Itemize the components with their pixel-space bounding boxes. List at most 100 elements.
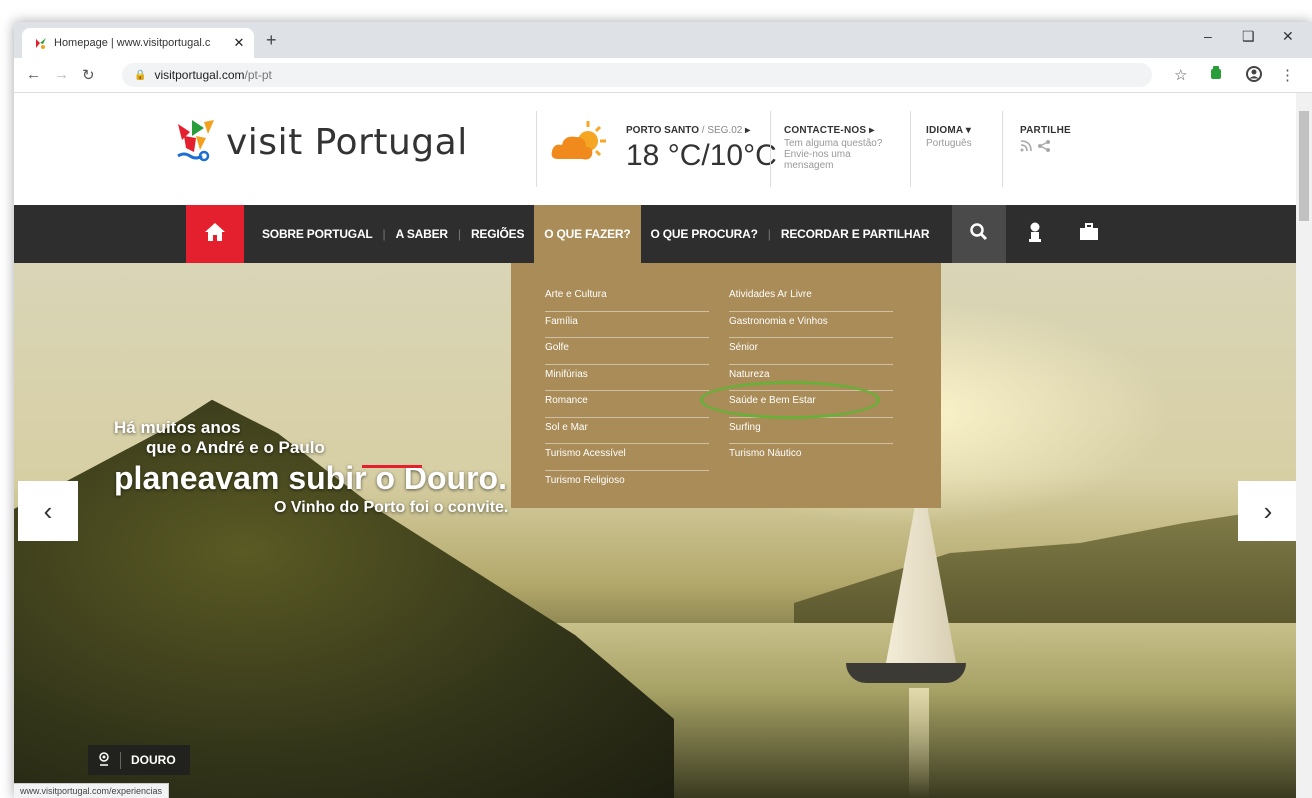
search-button[interactable] bbox=[952, 205, 1006, 263]
contact-block[interactable]: CONTACTE-NOS ▸ Tem alguma questão? Envie… bbox=[784, 125, 904, 171]
highlight-circle bbox=[700, 381, 880, 419]
browser-tab[interactable]: Homepage | www.visitportugal.c ✕ bbox=[22, 28, 254, 58]
caret-right-icon: ▸ bbox=[745, 125, 751, 136]
account-button[interactable] bbox=[1008, 205, 1062, 263]
contact-line: Tem alguma questão? bbox=[784, 138, 883, 149]
dropdown-item[interactable]: Surfing bbox=[729, 418, 893, 444]
user-icon bbox=[1027, 222, 1043, 247]
status-bar-url: www.visitportugal.com/experiencias bbox=[14, 783, 170, 798]
dropdown-item[interactable]: Turismo Religioso bbox=[545, 471, 709, 497]
url-host: visitportugal.com bbox=[154, 68, 245, 82]
weather-location[interactable]: PORTO SANTO / SEG.02 ▸ bbox=[626, 125, 750, 136]
extension-icon[interactable] bbox=[1210, 66, 1222, 84]
menu-item-o-que-procura[interactable]: O QUE PROCURA? bbox=[641, 205, 768, 263]
dropdown-item[interactable]: Arte e Cultura bbox=[545, 285, 709, 312]
header-divider bbox=[1002, 111, 1003, 187]
slogan-headline: planeavam subir o Douro. bbox=[114, 460, 507, 496]
header-divider bbox=[910, 111, 911, 187]
briefcase-icon bbox=[1079, 222, 1099, 246]
menu-item-a-saber[interactable]: A SABER bbox=[386, 205, 458, 263]
bag-button[interactable] bbox=[1062, 205, 1116, 263]
new-tab-button[interactable]: + bbox=[266, 30, 277, 51]
cloud-sun-icon bbox=[548, 117, 612, 174]
address-bar[interactable]: 🔒 visitportugal.com/pt-pt bbox=[122, 63, 1152, 87]
weather-widget[interactable] bbox=[548, 117, 612, 174]
profile-icon[interactable] bbox=[1246, 66, 1262, 86]
header-divider bbox=[536, 111, 537, 187]
site-header: visit Portugal PORTO SANTO / SEG.02 ▸ 18… bbox=[14, 93, 1296, 205]
forward-icon[interactable]: → bbox=[54, 66, 69, 83]
tab-bar: Homepage | www.visitportugal.c ✕ + – ❑ ✕ bbox=[14, 22, 1312, 58]
dropdown-item[interactable]: Golfe bbox=[545, 338, 709, 365]
rss-icon[interactable] bbox=[1020, 140, 1032, 155]
slogan-line: que o André e o Paulo bbox=[146, 438, 325, 457]
minimize-icon[interactable]: – bbox=[1204, 28, 1212, 44]
search-icon bbox=[970, 222, 988, 246]
website: visit Portugal PORTO SANTO / SEG.02 ▸ 18… bbox=[14, 93, 1296, 798]
location-badge[interactable]: DOURO bbox=[88, 745, 190, 775]
slogan-accent-line bbox=[362, 465, 422, 468]
dropdown-item[interactable]: Turismo Acessível bbox=[545, 444, 709, 471]
scrollbar-thumb[interactable] bbox=[1299, 111, 1309, 221]
main-menu: SOBRE PORTUGAL | A SABER | REGIÕES O QUE… bbox=[14, 205, 1296, 263]
share-title: PARTILHE bbox=[1020, 125, 1071, 136]
lock-icon: 🔒 bbox=[134, 69, 147, 81]
language-selector[interactable]: IDIOMA ▾ Português bbox=[926, 125, 972, 149]
address-toolbar: ← → ↻ 🔒 visitportugal.com/pt-pt ☆ ⋮ bbox=[14, 58, 1312, 93]
dropdown-item[interactable]: Família bbox=[545, 312, 709, 338]
slider-prev-button[interactable]: ‹ bbox=[18, 481, 78, 541]
visitportugal-logo-icon bbox=[174, 118, 218, 166]
slider-next-button[interactable]: › bbox=[1238, 481, 1296, 541]
dropdown-item[interactable]: Sénior bbox=[729, 338, 893, 365]
reload-icon[interactable]: ↻ bbox=[82, 66, 95, 84]
header-divider bbox=[770, 111, 771, 187]
hero-background bbox=[909, 688, 929, 798]
contact-title: CONTACTE-NOS bbox=[784, 125, 867, 136]
browser-menu-icon[interactable]: ⋮ bbox=[1280, 66, 1295, 84]
page-scrollbar[interactable] bbox=[1296, 93, 1312, 798]
contact-line: Envie-nos uma bbox=[784, 149, 851, 160]
contact-line: mensagem bbox=[784, 160, 834, 171]
location-label: DOURO bbox=[131, 753, 176, 767]
maximize-icon[interactable]: ❑ bbox=[1242, 28, 1255, 45]
logo-text: visit Portugal bbox=[226, 121, 468, 163]
hero-slogan: Há muitos anos que o André e o Paulo pla… bbox=[114, 418, 508, 517]
dropdown-item[interactable]: Romance bbox=[545, 391, 709, 418]
dropdown-item-gastronomia[interactable]: Gastronomia e Vinhos bbox=[729, 312, 893, 338]
caret-down-icon: ▾ bbox=[965, 125, 972, 136]
sailboat-image bbox=[846, 663, 966, 683]
browser-window: Homepage | www.visitportugal.c ✕ + – ❑ ✕… bbox=[14, 22, 1312, 798]
dropdown-right-column: Atividades Ar Livre Gastronomia e Vinhos… bbox=[729, 285, 893, 470]
language-title: IDIOMA bbox=[926, 125, 963, 136]
back-icon[interactable]: ← bbox=[26, 66, 41, 83]
menu-item-regioes[interactable]: REGIÕES bbox=[461, 205, 534, 263]
tab-close-icon[interactable]: ✕ bbox=[230, 35, 248, 51]
home-button[interactable] bbox=[186, 205, 244, 263]
tab-title: Homepage | www.visitportugal.c bbox=[54, 37, 211, 49]
dropdown-item[interactable]: Atividades Ar Livre bbox=[729, 285, 893, 312]
menu-item-sobre-portugal[interactable]: SOBRE PORTUGAL bbox=[252, 205, 383, 263]
menu-items: SOBRE PORTUGAL | A SABER | REGIÕES O QUE… bbox=[252, 205, 939, 263]
location-pin-icon bbox=[98, 751, 121, 769]
caret-right-icon: ▸ bbox=[869, 125, 875, 136]
home-icon bbox=[204, 222, 226, 247]
weather-temperature: 18 °C/10°C bbox=[626, 139, 777, 172]
dropdown-item[interactable]: Minifúrias bbox=[545, 365, 709, 391]
menu-item-recordar-e-partilhar[interactable]: RECORDAR E PARTILHAR bbox=[771, 205, 939, 263]
slogan-line: O Vinho do Porto foi o convite. bbox=[274, 499, 509, 516]
visitportugal-favicon-icon bbox=[34, 36, 48, 50]
dropdown-item[interactable]: Turismo Náutico bbox=[729, 444, 893, 470]
window-close-icon[interactable]: ✕ bbox=[1282, 28, 1294, 45]
site-logo[interactable]: visit Portugal bbox=[174, 118, 468, 166]
url-path: /pt-pt bbox=[244, 68, 272, 82]
weather-date: SEG.02 bbox=[707, 125, 743, 136]
dropdown-item[interactable]: Sol e Mar bbox=[545, 418, 709, 444]
share-block: PARTILHE bbox=[1020, 125, 1071, 155]
dropdown-left-column: Arte e Cultura Família Golfe Minifúrias … bbox=[545, 285, 709, 496]
bookmark-star-icon[interactable]: ☆ bbox=[1174, 66, 1187, 84]
language-value: Português bbox=[926, 138, 972, 149]
slogan-line: Há muitos anos bbox=[114, 418, 241, 437]
menu-item-o-que-fazer[interactable]: O QUE FAZER? bbox=[534, 205, 641, 263]
weather-city: PORTO SANTO bbox=[626, 125, 699, 136]
share-icon[interactable] bbox=[1038, 140, 1050, 155]
